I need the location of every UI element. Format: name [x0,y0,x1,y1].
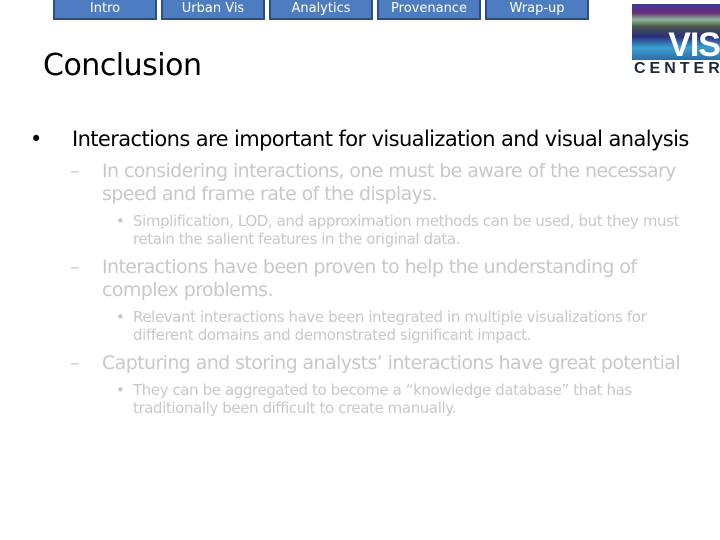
detail-point: • Relevant interactions have been integr… [30,308,690,344]
main-bullet: • Interactions are important for visuali… [30,126,690,152]
vis-center-logo: VIS CENTER [632,4,720,77]
subpoint-text: Capturing and storing analysts’ interact… [102,352,681,374]
detail-text: Relevant interactions have been integrat… [133,308,647,344]
subpoint-text: In considering interactions, one must be… [102,160,677,205]
bullet-icon: • [30,127,42,151]
subpoint-text: Interactions have been proven to help th… [102,256,637,301]
tab-urban-vis[interactable]: Urban Vis [161,0,265,20]
slide-content: • Interactions are important for visuali… [30,126,690,417]
tab-intro[interactable]: Intro [53,0,157,20]
slide-title: Conclusion [43,48,202,83]
dash-icon: – [70,352,80,374]
detail-text: They can be aggregated to become a “know… [133,381,632,417]
tab-analytics[interactable]: Analytics [269,0,373,20]
tab-wrap-up[interactable]: Wrap-up [485,0,589,20]
detail-point: • They can be aggregated to become a “kn… [30,381,690,417]
subpoint: – Capturing and storing analysts’ intera… [30,352,690,375]
detail-point: • Simplification, LOD, and approximation… [30,212,690,248]
logo-center-text: CENTER [634,60,720,77]
bullet-icon: • [116,308,125,326]
dash-icon: – [70,256,80,278]
section-nav: Intro Urban Vis Analytics Provenance Wra… [53,0,589,20]
detail-text: Simplification, LOD, and approximation m… [133,212,680,248]
tab-provenance[interactable]: Provenance [377,0,481,20]
bullet-icon: • [116,212,125,230]
logo-vis-text: VIS [668,26,720,64]
main-bullet-text: Interactions are important for visualiza… [72,127,689,151]
subpoint: – Interactions have been proven to help … [30,256,690,302]
subpoint: – In considering interactions, one must … [30,160,690,206]
bullet-icon: • [116,381,125,399]
dash-icon: – [70,160,80,182]
